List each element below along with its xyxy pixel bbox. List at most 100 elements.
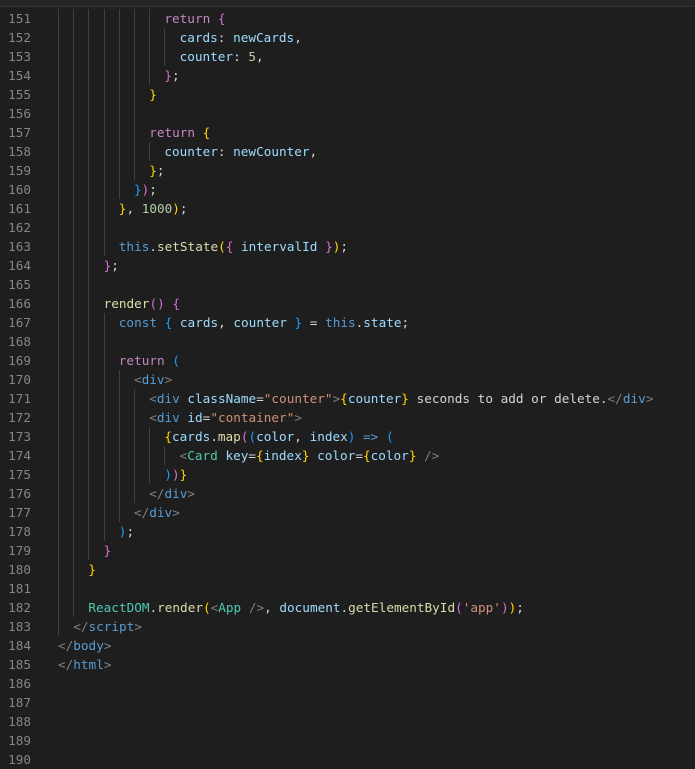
code-line[interactable]: return {	[164, 9, 225, 28]
code-line[interactable]: );	[119, 522, 134, 541]
code-line[interactable]: </html>	[58, 655, 111, 674]
code-token: newCards	[233, 30, 295, 45]
code-line[interactable]: }	[149, 85, 157, 104]
code-line[interactable]: </div>	[134, 503, 180, 522]
code-line[interactable]: counter: newCounter,	[164, 142, 317, 161]
code-token: map	[217, 429, 241, 444]
indent-guide	[134, 389, 135, 503]
code-token: )	[172, 467, 180, 482]
code-editor[interactable]: 151 152 153 154 155 156 157 158 159 160 161 162 163 1…	[0, 0, 695, 768]
code-token: ()	[149, 296, 165, 311]
code-line[interactable]: counter: 5,	[180, 47, 264, 66]
code-token: div	[141, 372, 165, 387]
code-token: return	[149, 125, 196, 140]
code-token: return	[118, 353, 165, 368]
code-line[interactable]: return {	[149, 123, 210, 142]
code-token: :	[233, 49, 249, 64]
code-token: />	[248, 600, 265, 615]
code-line[interactable]: cards: newCards,	[180, 28, 302, 47]
code-token: {	[362, 448, 371, 463]
code-token: </	[58, 657, 74, 672]
code-line[interactable]: <div id="container">	[149, 408, 302, 427]
code-line[interactable]: this.setState({ intervalId });	[119, 237, 348, 256]
code-token: getElementById	[348, 600, 456, 615]
code-line[interactable]: <div className="counter">{counter} secon…	[149, 389, 653, 408]
code-token: {	[172, 296, 180, 311]
code-token: >	[172, 505, 180, 520]
code-line[interactable]: ))}	[164, 465, 187, 484]
code-token: {	[256, 448, 264, 463]
code-line[interactable]: };	[149, 161, 164, 180]
code-token: className	[187, 391, 257, 406]
indent-guide	[103, 9, 105, 256]
code-token: </	[134, 505, 150, 520]
code-token: }	[149, 163, 157, 178]
code-line[interactable]: });	[134, 180, 157, 199]
code-token: div	[156, 391, 180, 406]
code-line[interactable]: <Card key={index} color={color} />	[180, 446, 440, 465]
code-token: (	[202, 600, 211, 615]
code-line[interactable]: const { cards, counter } = this.state;	[119, 313, 409, 332]
indent-guide	[134, 9, 135, 180]
code-token: counter	[179, 49, 234, 64]
code-token: ,	[256, 49, 264, 64]
code-area[interactable]: return {cards: newCards, counter: 5,};} re…	[0, 0, 695, 768]
code-token: counter	[164, 144, 218, 159]
code-line[interactable]: </body>	[58, 636, 111, 655]
code-token: cards	[179, 315, 219, 330]
code-token: "container"	[210, 410, 295, 425]
code-token: ,	[294, 30, 302, 45]
code-token: )	[172, 201, 180, 216]
code-token: cards	[179, 30, 218, 45]
code-line[interactable]: return (	[119, 351, 180, 370]
code-token: (	[248, 429, 257, 444]
code-token: </	[607, 391, 623, 406]
code-line[interactable]: </div>	[149, 484, 195, 503]
code-line[interactable]: }	[88, 560, 96, 579]
code-token: ;	[111, 258, 119, 273]
code-line[interactable]: {cards.map((color, index) => (	[164, 427, 393, 446]
indent-guide	[88, 9, 90, 560]
code-line[interactable]: <div>	[134, 370, 172, 389]
code-line[interactable]: ReactDOM.render(<App />, document.getEle…	[88, 598, 523, 617]
code-token: >	[645, 391, 654, 406]
code-token: (	[455, 600, 463, 615]
code-token: >	[103, 638, 112, 653]
code-token: ,	[218, 315, 234, 330]
code-token: {	[164, 429, 173, 444]
code-token: }	[179, 467, 188, 482]
code-token: }	[149, 87, 157, 102]
code-token: ;	[340, 239, 348, 254]
code-token: div	[622, 391, 646, 406]
code-token: <	[149, 410, 157, 425]
code-token: }	[103, 543, 112, 558]
code-token: :	[217, 144, 234, 159]
code-token: </	[58, 638, 74, 653]
indent-guide	[164, 28, 166, 66]
code-token: const	[118, 315, 157, 330]
code-line[interactable]: };	[164, 66, 179, 85]
code-token: ;	[401, 315, 410, 330]
code-token: >	[164, 372, 173, 387]
code-token: ,	[294, 429, 310, 444]
code-token: seconds to add or delete.	[408, 391, 608, 406]
code-line[interactable]: </script>	[73, 617, 142, 636]
code-token: .	[149, 239, 157, 254]
code-token: render	[103, 296, 150, 311]
code-token: >	[187, 486, 196, 501]
code-line[interactable]: render() {	[104, 294, 180, 313]
code-line[interactable]: }	[104, 541, 112, 560]
code-line[interactable]: }, 1000);	[119, 199, 188, 218]
code-token: </	[73, 619, 89, 634]
code-token: (	[172, 353, 180, 368]
editor-top-edge	[0, 0, 695, 7]
code-line[interactable]: };	[104, 256, 119, 275]
indent-guide	[58, 9, 59, 636]
code-token: setState	[157, 239, 219, 254]
code-token: >	[294, 410, 302, 425]
